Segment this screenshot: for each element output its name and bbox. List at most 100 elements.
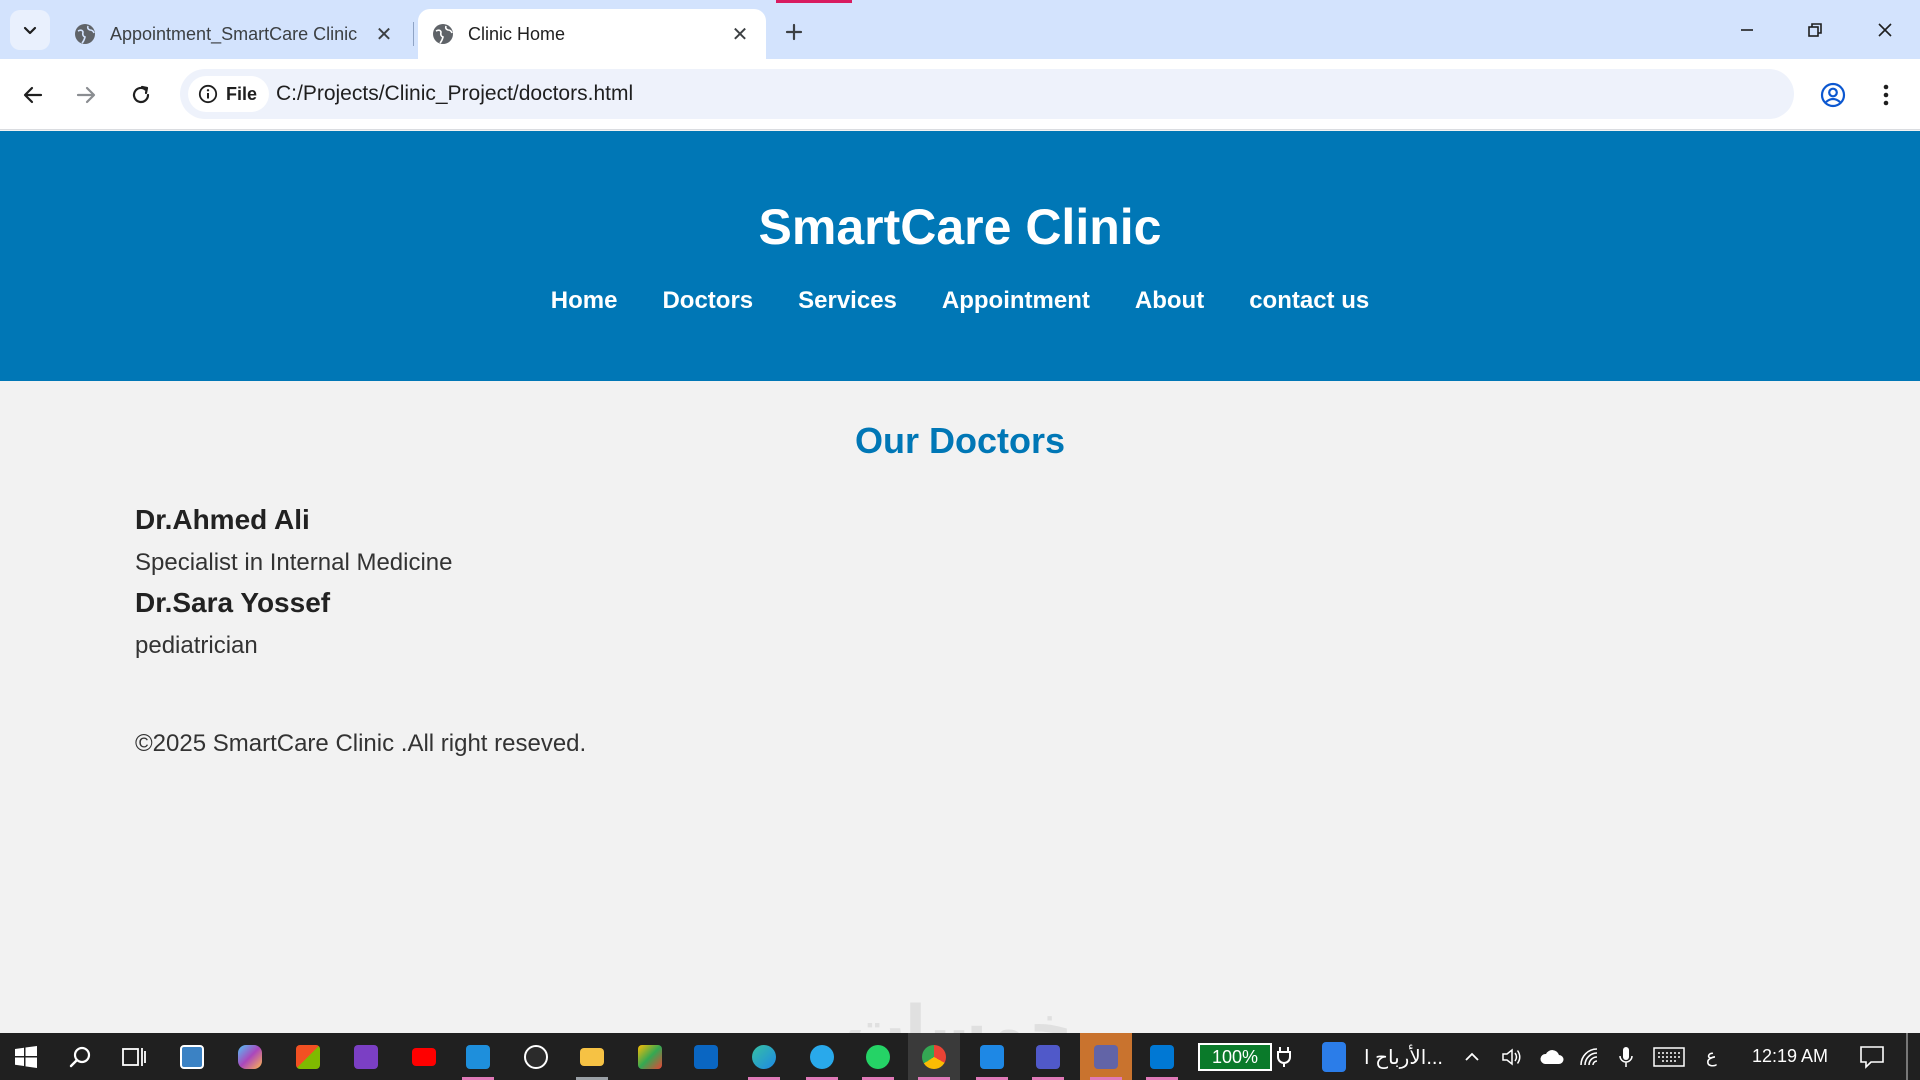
minimize-button[interactable] bbox=[1724, 10, 1770, 50]
taskbar-app-telegram[interactable] bbox=[796, 1033, 848, 1080]
bookmark-button[interactable] bbox=[1916, 76, 1920, 114]
keyboard-icon bbox=[1653, 1046, 1685, 1067]
taskbar-search-button[interactable] bbox=[54, 1033, 106, 1080]
taskbar-app-news[interactable] bbox=[166, 1033, 218, 1080]
windows-taskbar: 100% الأرباح ا... ع 12:19 AM bbox=[0, 1033, 1920, 1080]
vscode-icon bbox=[466, 1044, 490, 1069]
taskbar-app-edge[interactable] bbox=[738, 1033, 790, 1080]
nav-link-home[interactable]: Home bbox=[551, 287, 618, 315]
doctor-specialty: pediatrician bbox=[135, 632, 258, 659]
teams-icon bbox=[1094, 1044, 1118, 1069]
folder-icon bbox=[580, 1047, 604, 1066]
teams-icon bbox=[1036, 1044, 1060, 1069]
footer-copyright: ©2025 SmartCare Clinic .All right reseve… bbox=[135, 730, 587, 757]
cloud-icon bbox=[1540, 1049, 1564, 1064]
nav-link-services[interactable]: Services bbox=[798, 287, 897, 315]
tab-group-indicator bbox=[776, 0, 852, 3]
tab-title: Clinic Home bbox=[468, 23, 566, 44]
section-title: Our Doctors bbox=[854, 420, 1066, 461]
taskbar-app-teams[interactable] bbox=[1022, 1033, 1074, 1080]
restore-button[interactable] bbox=[1792, 10, 1838, 50]
arrow-right-icon bbox=[76, 86, 96, 104]
url-text[interactable]: C:/Projects/Clinic_Project/doctors.html bbox=[276, 82, 633, 106]
notifications-button[interactable] bbox=[1846, 1033, 1898, 1080]
input-language-indicator[interactable]: ع bbox=[1706, 1046, 1717, 1067]
doctor-name: Dr.Sara Yossef bbox=[135, 587, 331, 618]
windows-icon bbox=[15, 1045, 37, 1068]
chevron-up-icon bbox=[1465, 1052, 1479, 1061]
whatsapp-icon bbox=[866, 1044, 890, 1069]
taskbar-app-visual-studio[interactable] bbox=[340, 1033, 392, 1080]
new-tab-button[interactable] bbox=[776, 14, 812, 50]
start-button[interactable] bbox=[0, 1033, 52, 1080]
reload-icon bbox=[132, 85, 150, 104]
nav-link-about[interactable]: About bbox=[1135, 287, 1204, 315]
close-icon[interactable]: ✕ bbox=[728, 22, 752, 46]
news-icon bbox=[180, 1044, 204, 1069]
browser-toolbar: File C:/Projects/Clinic_Project/doctors.… bbox=[0, 59, 1920, 130]
taskbar-app-whatsapp[interactable] bbox=[852, 1033, 904, 1080]
plus-icon bbox=[785, 23, 803, 41]
nav-link-doctors[interactable]: Doctors bbox=[662, 287, 753, 315]
touch-keyboard-button[interactable] bbox=[1646, 1033, 1692, 1080]
task-view-icon bbox=[122, 1047, 146, 1066]
nav-link-appointment[interactable]: Appointment bbox=[942, 287, 1090, 315]
reload-button[interactable] bbox=[121, 75, 161, 115]
taskbar-app-file-explorer[interactable] bbox=[566, 1033, 618, 1080]
back-button[interactable] bbox=[13, 75, 53, 115]
taskbar-app-notepad[interactable] bbox=[966, 1033, 1018, 1080]
taskbar-app-vscode[interactable] bbox=[452, 1033, 504, 1080]
taskbar-app-chrome[interactable] bbox=[908, 1033, 960, 1080]
profile-icon bbox=[1820, 82, 1846, 108]
search-icon bbox=[69, 1046, 91, 1067]
taskbar-app-copilot[interactable] bbox=[224, 1033, 276, 1080]
battery-indicator[interactable]: 100% bbox=[1198, 1043, 1272, 1071]
site-header: SmartCare Clinic Home Doctors Services A… bbox=[0, 131, 1920, 381]
microphone-button[interactable] bbox=[1608, 1033, 1644, 1080]
doctor-name: Dr.Ahmed Ali bbox=[135, 504, 310, 535]
site-info-chip[interactable]: File bbox=[188, 76, 270, 112]
taskbar-app-youtube[interactable] bbox=[398, 1033, 450, 1080]
store-icon bbox=[296, 1044, 320, 1069]
site-title: SmartCare Clinic bbox=[758, 199, 1162, 255]
forward-button[interactable] bbox=[66, 75, 106, 115]
close-icon[interactable]: ✕ bbox=[372, 22, 396, 46]
tab-clinic-home[interactable]: Clinic Home ✕ bbox=[418, 9, 766, 59]
photos-icon bbox=[638, 1044, 662, 1069]
volume-icon bbox=[1502, 1047, 1521, 1066]
tab-divider bbox=[413, 22, 414, 46]
taskbar-clock[interactable]: 12:19 AM bbox=[1752, 1046, 1828, 1067]
power-plug-icon bbox=[1266, 1033, 1302, 1080]
nav-link-contact[interactable]: contact us bbox=[1249, 287, 1369, 315]
taskbar-app-photos[interactable] bbox=[624, 1033, 676, 1080]
linkedin-icon bbox=[694, 1044, 718, 1069]
site-nav: Home Doctors Services Appointment About … bbox=[0, 287, 1920, 315]
address-bar[interactable]: File C:/Projects/Clinic_Project/doctors.… bbox=[180, 69, 1794, 119]
tab-appointment[interactable]: Appointment_SmartCare Clinic ✕ bbox=[60, 9, 410, 59]
show-hidden-icons-button[interactable] bbox=[1454, 1033, 1490, 1080]
volume-button[interactable] bbox=[1494, 1033, 1530, 1080]
copilot-icon bbox=[238, 1044, 262, 1069]
taskbar-app-teams-active[interactable] bbox=[1080, 1033, 1132, 1080]
taskbar-app-store[interactable] bbox=[282, 1033, 334, 1080]
pinned-window-label[interactable]: الأرباح ا... bbox=[1364, 1045, 1443, 1070]
task-view-button[interactable] bbox=[108, 1033, 160, 1080]
taskbar-app-linkedin[interactable] bbox=[680, 1033, 732, 1080]
chevron-down-icon bbox=[23, 26, 37, 35]
tab-search-button[interactable] bbox=[10, 10, 50, 50]
page-main: Our Doctors Dr.Ahmed Ali Specialist in I… bbox=[0, 381, 1920, 1033]
browser-menu-button[interactable] bbox=[1866, 75, 1906, 115]
onedrive-button[interactable] bbox=[1534, 1033, 1570, 1080]
taskbar-app-azure[interactable] bbox=[1136, 1033, 1188, 1080]
media-player-icon bbox=[524, 1044, 548, 1069]
close-window-button[interactable] bbox=[1862, 10, 1908, 50]
taskbar-app-document[interactable] bbox=[1308, 1033, 1360, 1080]
taskbar-app-media-player[interactable] bbox=[510, 1033, 562, 1080]
globe-icon bbox=[75, 24, 95, 44]
profile-button[interactable] bbox=[1813, 75, 1853, 115]
show-desktop-divider[interactable] bbox=[1906, 1033, 1908, 1080]
wifi-button[interactable] bbox=[1572, 1033, 1608, 1080]
document-icon bbox=[1322, 1041, 1346, 1072]
globe-icon bbox=[433, 24, 453, 44]
visual-studio-icon bbox=[354, 1044, 378, 1069]
